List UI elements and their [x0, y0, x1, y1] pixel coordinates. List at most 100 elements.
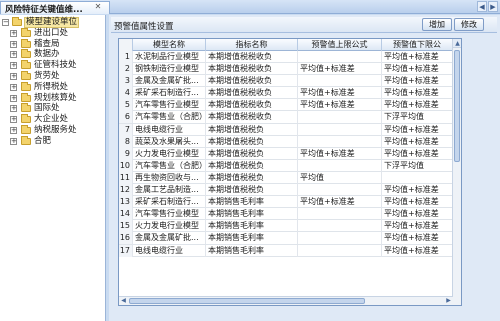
folder-icon	[21, 70, 31, 80]
upper-formula-cell	[298, 123, 382, 136]
row-number-cell: 4	[119, 87, 133, 100]
row-number-cell: 2	[119, 63, 133, 76]
table-row[interactable]: 5 汽车零售行业模型 本期增值税税收负 平均值+标准差 平均值+标准差	[119, 99, 453, 112]
row-number-cell: 3	[119, 75, 133, 88]
tree-item[interactable]: + 稽查局	[0, 38, 105, 50]
expand-icon[interactable]: +	[10, 137, 17, 145]
header-model-name[interactable]: 模型名称	[133, 39, 206, 51]
tree-item[interactable]: + 规划核算处	[0, 92, 105, 104]
lower-formula-cell: 平均值+标准差	[382, 208, 453, 221]
folder-icon	[21, 38, 31, 48]
table-row[interactable]: 15 火力发电行业模型 本期销售毛利率 平均值+标准差	[119, 220, 453, 233]
expand-icon[interactable]: +	[10, 126, 17, 134]
table-row[interactable]: 9 火力发电行业模型 本期增值税税负 平均值+标准差 平均值+标准差	[119, 147, 453, 160]
horizontal-scroll-thumb[interactable]	[129, 298, 365, 304]
add-button[interactable]: 增加	[422, 18, 452, 31]
folder-icon	[21, 92, 31, 102]
scroll-left-icon[interactable]: ◀	[119, 297, 128, 305]
tree-item[interactable]: + 所得税处	[0, 81, 105, 93]
model-name-cell: 水泥制品行业模型	[133, 51, 206, 63]
row-number-cell: 5	[119, 99, 133, 112]
org-tree: − 模型建设单位 + 进出口处 + 稽查局 + 数据办 + 征管科技处 + 货劳处 + 所得税处 + 规划…	[0, 15, 106, 321]
warning-value-grid: 模型名称 指标名称 预警值上限公式 预警值下限公 1 水泥制品行业模型 本期增值税税…	[118, 38, 462, 306]
tree-root-label: 模型建设单位	[24, 17, 80, 28]
chevron-left-icon[interactable]: ◀	[477, 1, 487, 12]
tree-item[interactable]: + 货劳处	[0, 70, 105, 82]
upper-formula-cell: 平均值	[298, 171, 382, 184]
indicator-name-cell: 本期销售毛利率	[206, 208, 298, 221]
tree-item[interactable]: + 合肥	[0, 135, 105, 147]
tree-item[interactable]: + 征管科技处	[0, 60, 105, 71]
indicator-name-cell: 本期销售毛利率	[206, 220, 298, 233]
table-row[interactable]: 6 汽车零售业（合肥） 本期增值税税收负 下浮平均值	[119, 111, 453, 124]
upper-formula-cell: 平均值+标准差	[298, 63, 382, 76]
tree-item[interactable]: + 国际处	[0, 103, 105, 114]
table-row[interactable]: 2 钢铁制造行业模型 本期增值税税收负 平均值+标准差 平均值+标准差	[119, 63, 453, 76]
scroll-right-icon[interactable]: ▶	[444, 297, 453, 305]
expand-icon[interactable]: +	[10, 116, 17, 124]
table-row[interactable]: 17 电线电缆行业 本期销售毛利率 平均值+标准差	[119, 244, 453, 257]
row-number-cell: 7	[119, 123, 133, 136]
table-row[interactable]: 12 金属工艺品制造... 本期增值税税负 平均值+标准差	[119, 184, 453, 197]
expand-icon[interactable]: +	[10, 72, 17, 80]
vertical-scrollbar[interactable]: ▲	[452, 39, 461, 305]
upper-formula-cell: 平均值+标准差	[298, 147, 382, 160]
tree-item[interactable]: + 数据办	[0, 49, 105, 60]
tree-item[interactable]: + 进出口处	[0, 27, 105, 39]
table-row[interactable]: 16 金属及金属矿批... 本期销售毛利率 平均值+标准差	[119, 232, 453, 245]
expand-icon[interactable]: +	[10, 62, 17, 70]
header-upper-formula[interactable]: 预警值上限公式	[298, 39, 382, 51]
lower-formula-cell: 平均值+标准差	[382, 244, 453, 257]
lower-formula-cell: 平均值+标准差	[382, 123, 453, 136]
table-row[interactable]: 3 金属及金属矿批... 本期增值税税收负 平均值+标准差	[119, 75, 453, 88]
expand-icon[interactable]: +	[10, 94, 17, 102]
expand-icon[interactable]: +	[10, 29, 17, 37]
expand-icon[interactable]: +	[10, 83, 17, 91]
model-name-cell: 电线电缆行业	[133, 244, 206, 257]
upper-formula-cell	[298, 111, 382, 124]
tree-root[interactable]: − 模型建设单位	[0, 17, 105, 28]
horizontal-scrollbar[interactable]: ◀ ▶	[119, 296, 453, 305]
expand-icon[interactable]: +	[10, 105, 17, 113]
tree-item[interactable]: + 纳税服务处	[0, 124, 105, 136]
lower-formula-cell: 平均值+标准差	[382, 63, 453, 76]
table-row[interactable]: 7 电线电缆行业 本期增值税税负 平均值+标准差	[119, 123, 453, 136]
edit-button[interactable]: 修改	[454, 18, 484, 31]
tree-item-label: 数据办	[34, 49, 60, 60]
tree-item[interactable]: + 大企业处	[0, 114, 105, 125]
header-lower-formula[interactable]: 预警值下限公	[382, 39, 453, 51]
table-row[interactable]: 14 汽车零售行业模型 本期销售毛利率 平均值+标准差	[119, 208, 453, 221]
table-row[interactable]: 8 蔬菜及水果屠头... 本期增值税税负 平均值+标准差	[119, 135, 453, 148]
tree-item-label: 稽查局	[34, 38, 60, 49]
lower-formula-cell: 平均值+标准差	[382, 196, 453, 209]
indicator-name-cell: 本期增值税税收负	[206, 63, 298, 76]
table-row[interactable]: 13 采矿采石制造行... 本期销售毛利率 平均值+标准差 平均值+标准差	[119, 196, 453, 209]
table-row[interactable]: 1 水泥制品行业模型 本期增值税税收负 平均值+标准差	[119, 51, 453, 64]
expand-icon[interactable]: +	[10, 40, 17, 48]
upper-formula-cell	[298, 208, 382, 221]
lower-formula-cell: 平均值+标准差	[382, 232, 453, 245]
model-name-cell: 钢铁制造行业模型	[133, 63, 206, 76]
indicator-name-cell: 本期销售毛利率	[206, 232, 298, 245]
chevron-right-icon[interactable]: ▶	[488, 1, 498, 12]
table-row[interactable]: 10 汽车零售业（合肥） 本期增值税税负 下浮平均值	[119, 159, 453, 172]
upper-formula-cell	[298, 220, 382, 233]
model-name-cell: 火力发电行业模型	[133, 147, 206, 160]
table-row[interactable]: 11 再生物资回收与... 本期增值税税负 平均值	[119, 171, 453, 185]
scroll-up-icon[interactable]: ▲	[453, 39, 461, 48]
model-name-cell: 采矿采石制造行...	[133, 196, 206, 209]
upper-formula-cell	[298, 75, 382, 88]
expand-icon[interactable]: +	[10, 51, 17, 59]
close-icon[interactable]: ✕	[93, 2, 103, 12]
tree-item-label: 国际处	[34, 103, 60, 114]
tab-bar: 风险特征关键值维... ✕ ◀ ▶	[0, 0, 500, 14]
table-row[interactable]: 4 采矿采石制造行... 本期增值税税收负 平均值+标准差 平均值+标准差	[119, 87, 453, 100]
collapse-icon[interactable]: −	[2, 19, 9, 26]
vertical-scroll-thumb[interactable]	[454, 50, 460, 162]
grid-body: 1 水泥制品行业模型 本期增值税税收负 平均值+标准差 2 钢铁制造行业模型 本期增值税税收…	[119, 51, 453, 257]
model-name-cell: 汽车零售业（合肥）	[135, 159, 206, 172]
header-indicator-name[interactable]: 指标名称	[206, 39, 298, 51]
tree-item-label: 进出口处	[34, 27, 69, 38]
model-name-cell: 金属及金属矿批...	[133, 232, 206, 245]
folder-icon	[21, 27, 31, 37]
